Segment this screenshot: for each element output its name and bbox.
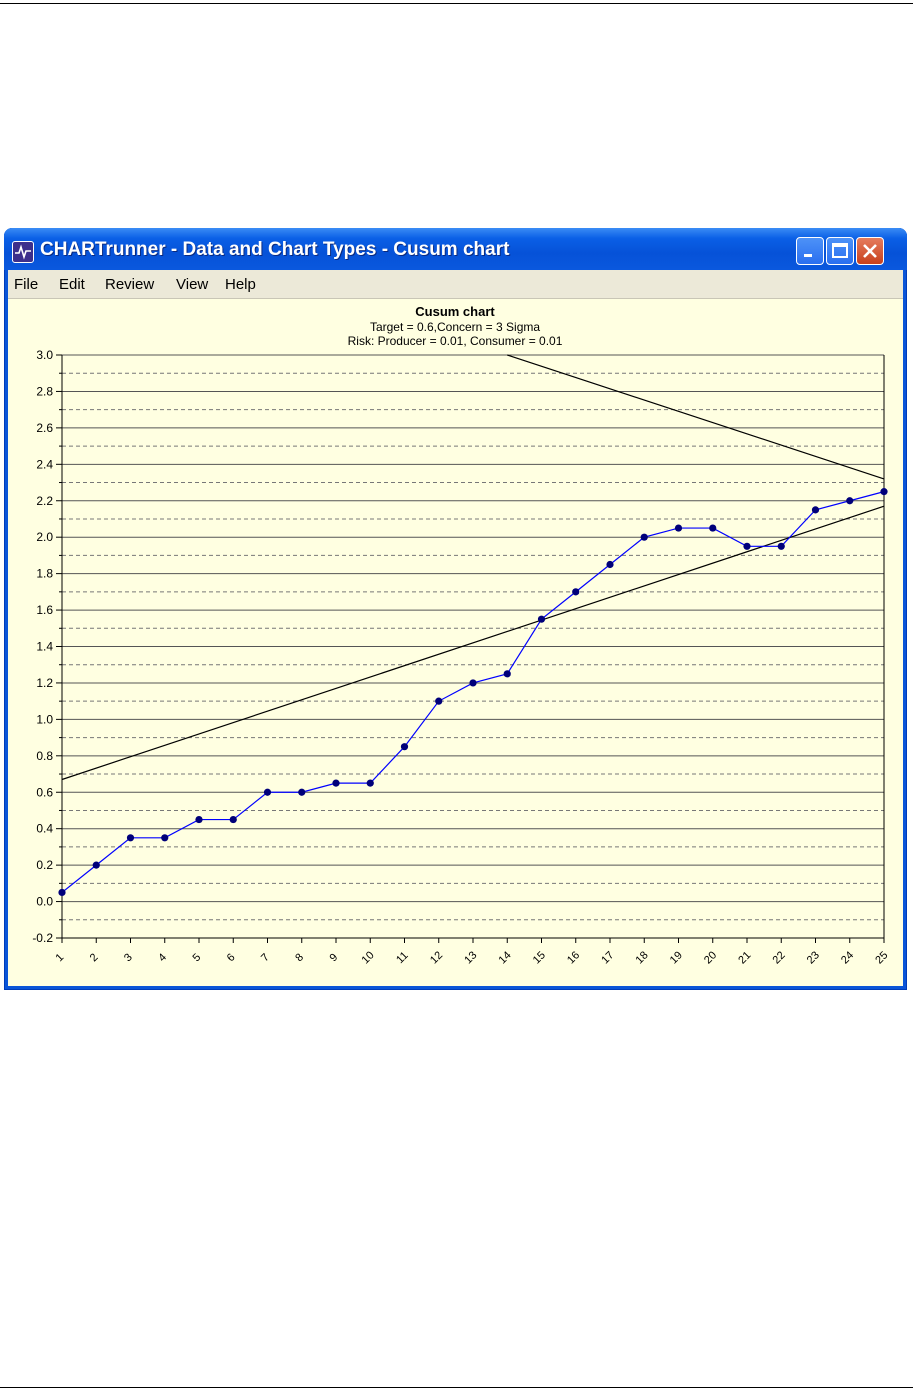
y-tick-label: 0.8: [36, 749, 53, 763]
y-tick-label: 0.4: [36, 822, 53, 836]
menu-view[interactable]: View: [176, 276, 208, 293]
y-tick-label: 2.8: [36, 384, 53, 398]
y-tick-label: 2.6: [36, 421, 53, 435]
x-tick-label: 1: [53, 951, 66, 964]
axes: [56, 354, 885, 943]
data-series: [58, 488, 888, 897]
lower-decision-line: [61, 505, 885, 781]
x-tick-label: 11: [394, 950, 411, 967]
x-tick-label: 21: [736, 949, 753, 966]
cusum-point: [777, 542, 785, 550]
menu-file[interactable]: File: [14, 276, 38, 293]
y-tick-label: 1.6: [36, 603, 53, 617]
x-tick-label: 25: [873, 949, 890, 966]
chart-area: Cusum chart Target = 0.6,Concern = 3 Sig…: [8, 299, 903, 986]
x-tick-label: 14: [497, 949, 514, 966]
y-tick-label: 1.4: [36, 640, 53, 654]
cusum-point: [92, 861, 100, 869]
cusum-point: [126, 834, 135, 842]
cusum-point: [332, 779, 340, 787]
cusum-point: [674, 524, 683, 532]
x-tick-label: 20: [702, 949, 719, 966]
x-tick-label: 12: [428, 949, 445, 966]
chartrunner-app-icon[interactable]: [12, 241, 34, 263]
y-tick-label: 1.8: [36, 567, 53, 581]
chart-title: Cusum chart: [415, 304, 495, 319]
x-tick-label: 16: [565, 949, 582, 966]
cusum-point: [572, 588, 580, 596]
x-tick-label: 8: [293, 951, 306, 964]
cusum-point: [400, 743, 409, 751]
cusum-point: [537, 615, 546, 623]
cusum-point: [846, 497, 854, 505]
cusum-point: [263, 788, 272, 796]
y-axis-tick-labels: 3.0 2.8 2.6 2.4 2.2 2.0 1.8 1.6 1.4 1.2 1.0 0.8 0.6 0…: [32, 348, 53, 945]
x-tick-label: 17: [599, 949, 616, 966]
cusum-point: [880, 488, 888, 496]
y-tick-label: -0.2: [32, 931, 53, 945]
y-tick-label: 1.2: [36, 676, 53, 690]
x-tick-label: 7: [259, 951, 272, 964]
menu-edit[interactable]: Edit: [59, 276, 85, 293]
cusum-point: [298, 788, 306, 796]
y-tick-label: 3.0: [36, 348, 53, 362]
menu-bar: File Edit Review View Help: [8, 270, 903, 299]
x-tick-label: 2: [88, 951, 101, 964]
y-tick-label: 1.0: [36, 712, 53, 726]
x-tick-label: 3: [122, 951, 135, 964]
decision-lines: [61, 354, 885, 781]
page-bottom-rule: [0, 1387, 913, 1388]
x-tick-label: 15: [531, 949, 548, 966]
cusum-point: [161, 834, 169, 842]
cusum-point: [435, 697, 443, 705]
cusum-point: [195, 815, 203, 824]
cusum-point: [640, 533, 648, 541]
y-tick-label: 0.2: [36, 858, 53, 872]
menu-review[interactable]: Review: [105, 276, 154, 293]
chart-subtitle-line-2: Risk: Producer = 0.01, Consumer = 0.01: [348, 334, 563, 348]
x-tick-label: 10: [360, 949, 377, 966]
menu-help[interactable]: Help: [225, 276, 256, 293]
cusum-point: [469, 679, 477, 687]
cusum-chart: Cusum chart Target = 0.6,Concern = 3 Sig…: [32, 304, 890, 966]
x-tick-label: 19: [668, 949, 685, 966]
x-tick-label: 13: [462, 949, 479, 966]
x-tick-label: 6: [225, 951, 238, 964]
cusum-point: [811, 506, 820, 514]
page-top-rule: [0, 3, 913, 4]
x-tick-label: 5: [190, 951, 203, 964]
x-tick-label: 9: [327, 951, 340, 964]
cusum-point: [743, 542, 751, 550]
app-window: CHARTrunner - Data and Chart Types - Cus…: [4, 228, 907, 990]
y-tick-label: 2.2: [36, 494, 53, 508]
cusum-point: [503, 670, 511, 678]
x-tick-label: 24: [839, 949, 856, 966]
close-button[interactable]: [856, 237, 884, 265]
y-tick-label: 0.6: [36, 785, 53, 799]
maximize-button[interactable]: [826, 237, 854, 265]
cusum-series-line: [61, 491, 885, 893]
x-tick-label: 4: [156, 951, 169, 964]
x-tick-label: 18: [634, 949, 651, 966]
cusum-point: [366, 779, 374, 787]
x-axis-tick-labels: 1 2 3 4 5 6 7 8 9 10 11 12 13 14 15 16 17 18 19 20 21 22 23 24 2…: [53, 949, 890, 966]
x-tick-label: 23: [805, 949, 822, 966]
window-title: CHARTrunner - Data and Chart Types - Cus…: [40, 239, 510, 260]
cusum-point: [58, 888, 66, 897]
chart-subtitle-line-1: Target = 0.6,Concern = 3 Sigma: [370, 320, 540, 334]
cusum-point: [606, 560, 614, 569]
minimize-button[interactable]: [796, 237, 824, 265]
x-tick-label: 22: [771, 949, 788, 966]
y-tick-label: 0.0: [36, 895, 53, 909]
cusum-point: [709, 524, 717, 532]
y-tick-label: 2.0: [36, 530, 53, 544]
cusum-point: [229, 815, 237, 824]
title-bar[interactable]: CHARTrunner - Data and Chart Types - Cus…: [4, 228, 907, 270]
grid-lines: [62, 354, 884, 939]
y-tick-label: 2.4: [36, 457, 53, 471]
